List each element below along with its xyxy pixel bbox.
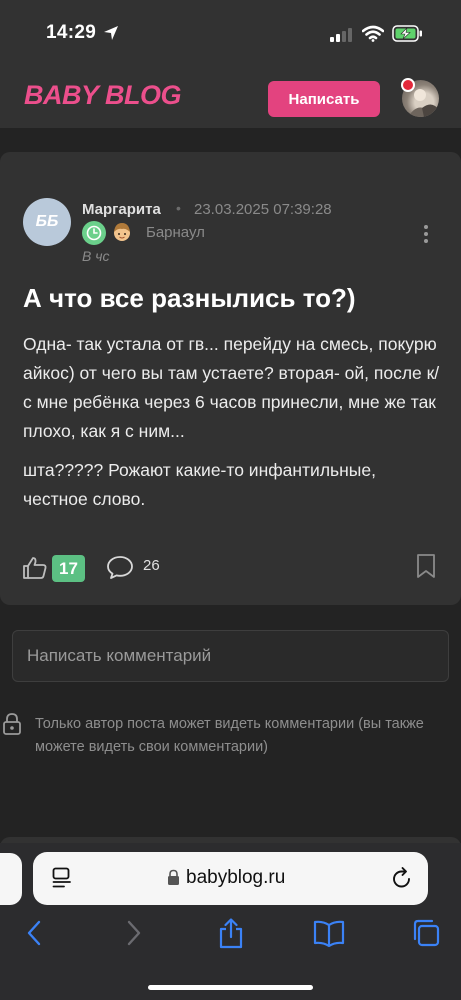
notification-dot	[401, 78, 415, 92]
post-paragraph: шта????? Рожают какие-то инфантильные, ч…	[23, 460, 376, 509]
secure-lock-icon	[168, 869, 179, 885]
share-icon[interactable]	[217, 918, 245, 950]
back-icon[interactable]	[24, 918, 46, 948]
baby-emoji-icon	[110, 220, 134, 250]
post-body: Одна- так устала от гв... перейду на сме…	[23, 330, 443, 524]
post-paragraph: Одна- так устала от гв... перейду на сме…	[23, 334, 440, 441]
battery-charging-icon	[392, 25, 422, 42]
comments-count[interactable]: 26	[143, 557, 160, 574]
lock-icon	[3, 713, 21, 735]
reload-icon[interactable]	[391, 866, 413, 890]
last-seen: В чс	[82, 248, 110, 264]
home-indicator	[148, 985, 313, 990]
address-url[interactable]: babyblog.ru	[186, 867, 285, 889]
comments-privacy-note: Только автор поста может видеть коммента…	[35, 716, 424, 755]
status-time: 14:29	[46, 22, 97, 43]
comment-icon[interactable]	[106, 554, 134, 580]
likes-count[interactable]: 17	[52, 555, 85, 582]
tabs-icon[interactable]	[411, 918, 441, 948]
thumbs-up-icon[interactable]	[22, 555, 48, 581]
post-date: 23.03.2025 07:39:28	[194, 201, 332, 218]
clock-badge-icon	[82, 221, 106, 245]
forward-icon[interactable]	[122, 918, 144, 948]
site-logo[interactable]: BABY BLOG	[24, 80, 182, 111]
comment-input[interactable]	[12, 630, 449, 682]
location-arrow-icon	[104, 26, 118, 40]
signal-icon	[330, 28, 352, 42]
previous-tab-preview[interactable]	[0, 853, 22, 905]
bookmark-icon[interactable]	[415, 553, 437, 579]
page-menu-icon[interactable]	[52, 867, 72, 889]
author-name[interactable]: Маргарита	[82, 201, 161, 218]
post-title: А что все разнылись то?)	[23, 283, 356, 313]
author-avatar[interactable]: ББ	[23, 198, 71, 246]
meta-separator: •	[176, 200, 181, 216]
write-post-button[interactable]: Написать	[268, 81, 380, 117]
more-options-icon[interactable]	[416, 222, 436, 248]
wifi-icon	[362, 25, 384, 42]
author-city: Барнаул	[146, 224, 205, 241]
bookmarks-icon[interactable]	[313, 918, 345, 948]
